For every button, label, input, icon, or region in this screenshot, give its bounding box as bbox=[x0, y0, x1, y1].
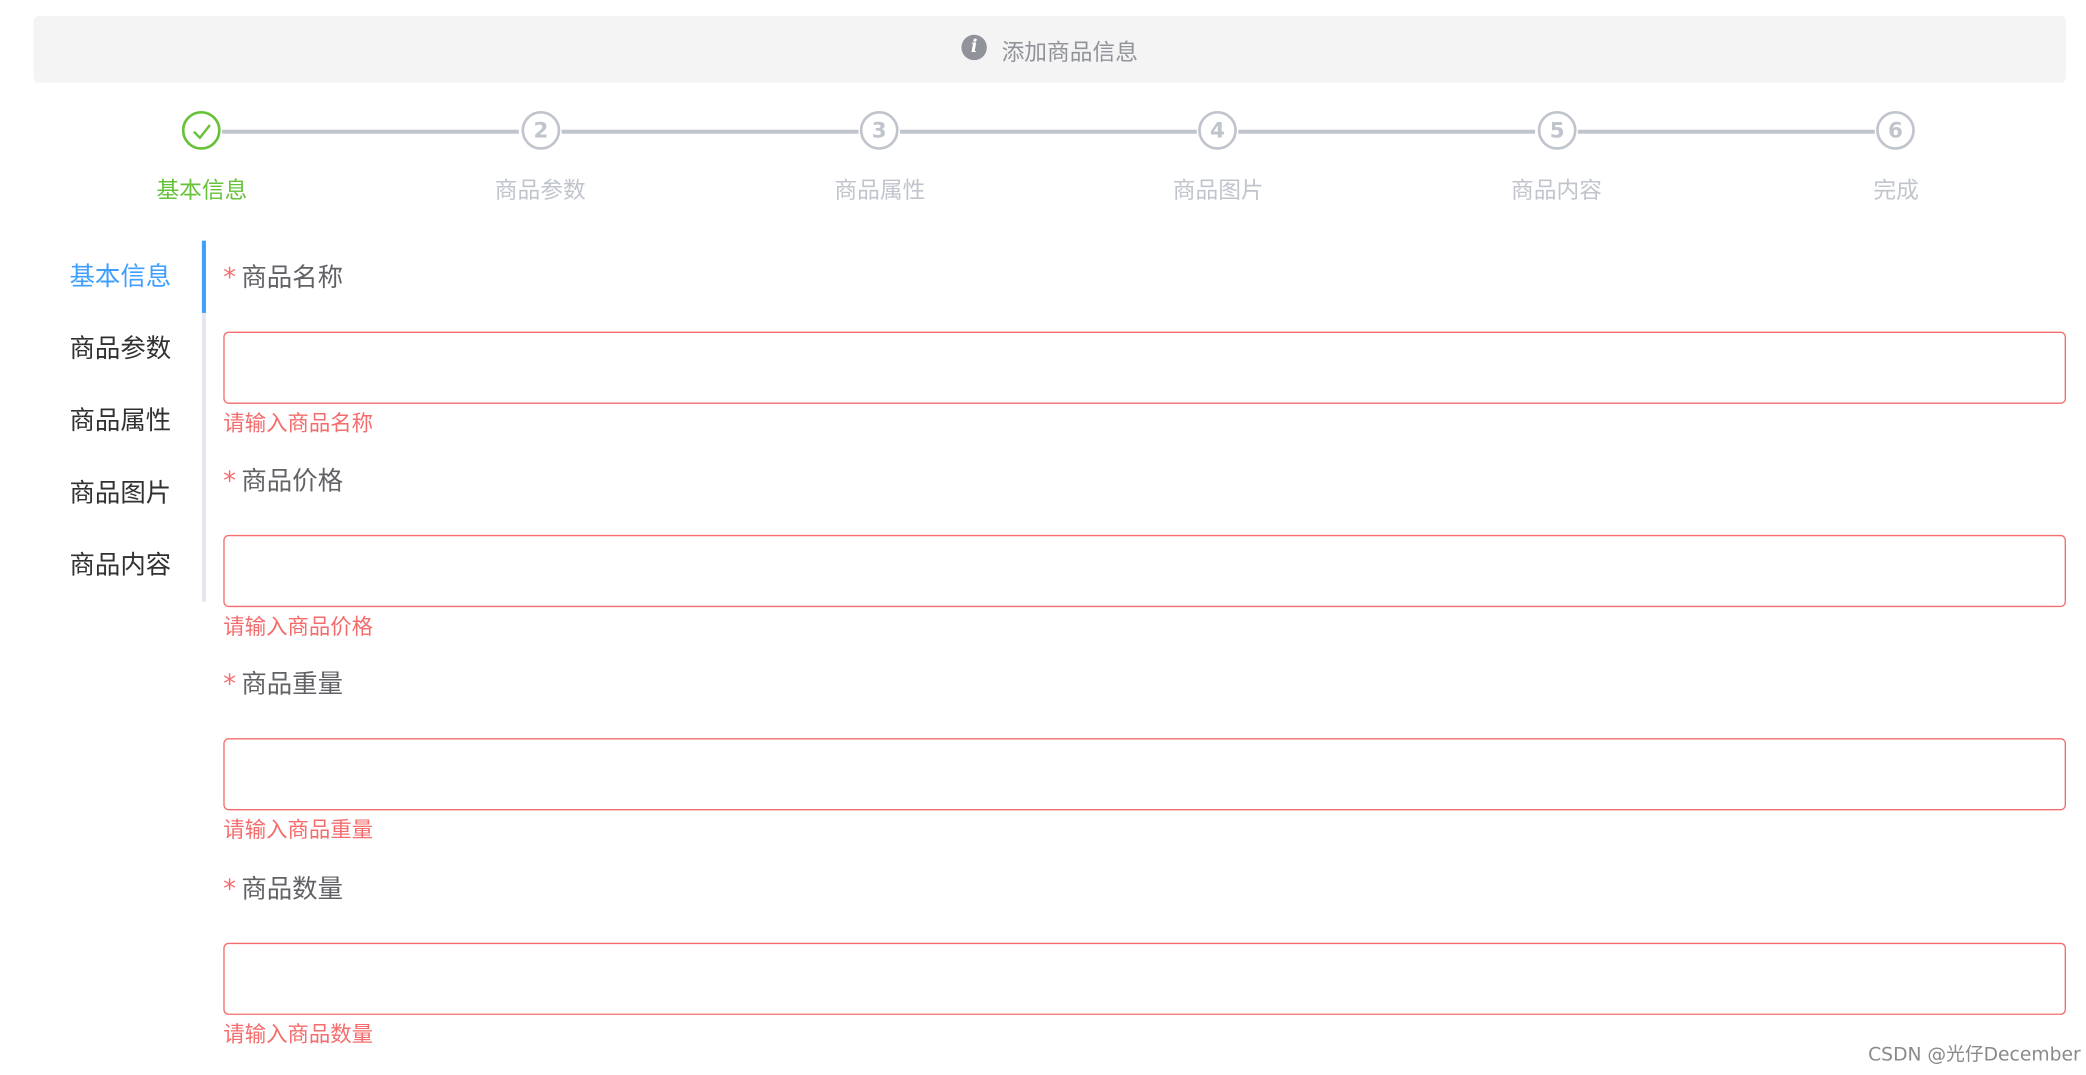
step-5-title: 商品内容 bbox=[1511, 177, 1602, 205]
step-1-circle bbox=[181, 110, 221, 150]
tab-product-images[interactable]: 商品图片 bbox=[0, 457, 172, 529]
product-price-input[interactable] bbox=[223, 534, 2066, 608]
product-name-input[interactable] bbox=[223, 331, 2066, 404]
tab-product-content[interactable]: 商品内容 bbox=[0, 530, 172, 602]
tabs-active-bar bbox=[201, 240, 206, 313]
step-4-circle: 4 bbox=[1198, 110, 1237, 150]
check-icon bbox=[192, 123, 211, 139]
step-connector bbox=[1577, 129, 1875, 134]
field-error: 请输入商品重量 bbox=[223, 817, 374, 843]
product-quantity-input[interactable] bbox=[223, 942, 2066, 1015]
required-mark: * bbox=[223, 466, 237, 497]
required-mark: * bbox=[223, 669, 237, 700]
step-6-title: 完成 bbox=[1873, 177, 1919, 205]
info-icon: i bbox=[961, 34, 987, 60]
field-label: * 商品数量 bbox=[223, 869, 343, 909]
product-weight-input[interactable] bbox=[223, 738, 2066, 811]
watermark: CSDN @光仔December bbox=[1868, 1044, 2081, 1066]
tab-product-params[interactable]: 商品参数 bbox=[0, 313, 172, 385]
field-error: 请输入商品名称 bbox=[223, 410, 374, 436]
field-label: * 商品价格 bbox=[223, 461, 343, 501]
field-label-text: 商品名称 bbox=[241, 263, 344, 293]
tab-product-attributes[interactable]: 商品属性 bbox=[0, 385, 172, 457]
step-connector bbox=[561, 129, 859, 134]
alert-title: 添加商品信息 bbox=[1001, 39, 1138, 67]
step-3-title: 商品属性 bbox=[834, 177, 926, 205]
tab-basic-info[interactable]: 基本信息 bbox=[0, 241, 172, 313]
step-5-circle: 5 bbox=[1537, 110, 1577, 150]
field-error: 请输入商品数量 bbox=[223, 1021, 374, 1048]
step-2-circle: 2 bbox=[521, 110, 561, 150]
step-2-title: 商品参数 bbox=[494, 177, 586, 205]
required-mark: * bbox=[223, 263, 237, 293]
step-connector bbox=[1238, 129, 1536, 134]
step-6-circle: 6 bbox=[1876, 110, 1915, 150]
step-connector bbox=[899, 129, 1197, 134]
required-mark: * bbox=[223, 874, 237, 904]
step-1-title: 基本信息 bbox=[156, 177, 248, 205]
step-connector bbox=[221, 129, 519, 134]
field-label: * 商品名称 bbox=[223, 258, 343, 298]
info-alert: i 添加商品信息 bbox=[33, 16, 2066, 83]
field-label-text: 商品价格 bbox=[241, 466, 344, 497]
field-label-text: 商品重量 bbox=[241, 669, 344, 700]
step-4-title: 商品图片 bbox=[1172, 177, 1264, 205]
field-label-text: 商品数量 bbox=[241, 874, 344, 904]
field-error: 请输入商品价格 bbox=[223, 613, 374, 640]
field-label: * 商品重量 bbox=[223, 665, 343, 705]
step-3-circle: 3 bbox=[859, 110, 899, 150]
steps-bar: 2 3 4 5 6 基本信息 商品参数 商品属性 商品图片 商品内容 完成 bbox=[0, 107, 2086, 214]
side-tabs: 基本信息 商品参数 商品属性 商品图片 商品内容 bbox=[0, 240, 209, 602]
